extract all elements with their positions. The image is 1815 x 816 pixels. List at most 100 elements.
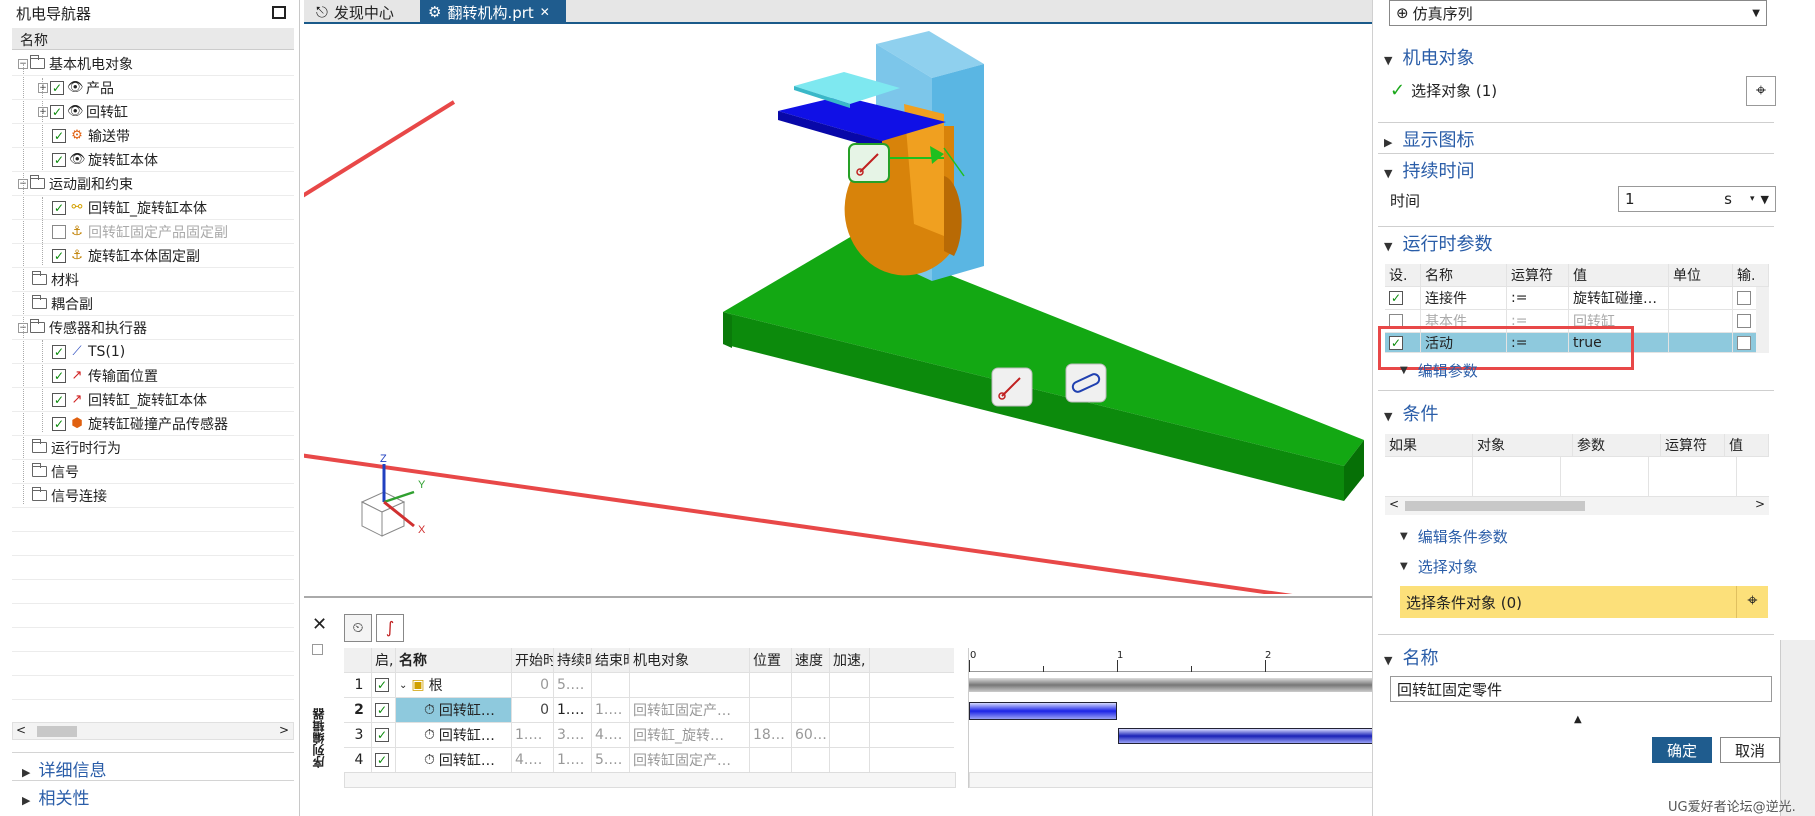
graphics-viewport[interactable]: Z Y X — [252, 26, 1385, 611]
visibility-checkbox[interactable]: ✓ — [52, 416, 66, 431]
tree-item-conveyor[interactable]: ✓ ⚙ 输送带 — [12, 124, 294, 148]
visibility-checkbox[interactable]: ✓ — [50, 80, 64, 95]
tree-item-collision-sensor[interactable]: ✓ ⬢ 旋转缸碰撞产品传感器 — [12, 412, 294, 436]
tree-item-rotary-body[interactable]: ✓ 👁 旋转缸本体 — [12, 148, 294, 172]
details-section[interactable]: ▶ 详细信息 — [12, 752, 294, 781]
chevron-down-icon[interactable]: ⌄ — [399, 680, 407, 691]
enable-checkbox[interactable]: ✓ — [375, 728, 389, 742]
set-checkbox[interactable]: ✓ — [1389, 291, 1403, 305]
timeline-hscroll[interactable] — [969, 772, 1373, 788]
collapse-up-icon[interactable]: ▲ — [1574, 714, 1582, 725]
output-checkbox[interactable]: ✓ — [1737, 314, 1751, 328]
output-checkbox[interactable]: ✓ — [1737, 335, 1751, 350]
visibility-checkbox[interactable]: ✓ — [52, 224, 66, 239]
time-input[interactable]: 1 s ▾ ▼ — [1618, 186, 1776, 212]
tree-item-product[interactable]: + ✓ 👁 产品 — [12, 76, 294, 100]
sequence-hscroll[interactable] — [344, 772, 956, 788]
visibility-checkbox[interactable]: ✓ — [52, 200, 66, 215]
dependencies-section[interactable]: ▶ 相关性 — [12, 780, 294, 809]
chevron-down-icon[interactable]: ▾ — [1750, 194, 1755, 204]
visibility-checkbox[interactable]: ✓ — [52, 392, 66, 407]
name-input[interactable]: 回转缸固定零件 — [1390, 676, 1772, 702]
enable-checkbox[interactable]: ✓ — [375, 703, 389, 717]
table-row[interactable]: 3 ✓ ⏱ 回转缸… 1.… 3.… 4.… 回转缸_旋转… 18… 60… — [344, 723, 954, 748]
root-bar[interactable] — [969, 678, 1373, 692]
table-row[interactable]: 2 ✓ ⏱ 回转缸… 0 1.… 1.… 回转缸固定产… — [344, 698, 954, 723]
scroll-right-icon[interactable]: > — [279, 723, 289, 737]
scroll-left-icon[interactable]: < — [1389, 497, 1399, 511]
visibility-checkbox[interactable]: ✓ — [52, 248, 66, 263]
output-checkbox[interactable]: ✓ — [1737, 291, 1751, 305]
scroll-thumb[interactable] — [37, 726, 77, 737]
collapse-icon[interactable]: − — [18, 322, 28, 333]
select-condition-object-row[interactable]: 选择条件对象 (0) — [1400, 586, 1736, 618]
scroll-right-icon[interactable]: > — [1755, 497, 1765, 511]
tree-item-body-fixed-joint[interactable]: ✓ ⚓ 旋转缸本体固定副 — [12, 244, 294, 268]
visibility-checkbox[interactable]: ✓ — [50, 104, 64, 119]
tree-item-couplers[interactable]: 耦合副 — [12, 292, 294, 316]
cancel-button[interactable]: 取消 — [1720, 737, 1780, 763]
tree-item-surface-position[interactable]: ✓ ↗ 传输面位置 — [12, 364, 294, 388]
enable-checkbox[interactable]: ✓ — [375, 753, 389, 767]
tree-item-signal-connections[interactable]: 信号连接 — [12, 484, 294, 508]
scroll-left-icon[interactable]: < — [16, 723, 26, 737]
runtime-table-vscroll[interactable] — [1756, 287, 1769, 353]
condition-table-body[interactable] — [1385, 457, 1769, 497]
tab-discovery-center[interactable]: ⎋ 发现中心 — [308, 0, 416, 24]
ok-button[interactable]: 确定 — [1652, 737, 1712, 763]
select-object-subsection[interactable]: ▼ 选择对象 — [1400, 556, 1478, 577]
curve-tool-icon[interactable]: ∫ — [376, 614, 404, 642]
close-icon[interactable]: ✕ — [312, 614, 327, 635]
maximize-icon[interactable] — [272, 6, 286, 19]
section-runtime-params[interactable]: ▼ 运行时参数 — [1380, 228, 1772, 256]
section-name[interactable]: ▼ 名称 — [1380, 642, 1772, 670]
runtime-param-row[interactable]: ✓ 连接件 := 旋转缸碰撞… ✓ — [1385, 287, 1769, 310]
crosshair-select-icon[interactable]: ⌖ — [1736, 586, 1768, 618]
type-dropdown[interactable]: ⊕ 仿真序列 ▼ — [1389, 0, 1767, 26]
pin-icon[interactable] — [312, 644, 323, 655]
tree-item-ts1[interactable]: ✓ ⟋ TS(1) — [12, 340, 294, 364]
section-show-icon[interactable]: ▶ 显示图标 — [1380, 124, 1772, 152]
position-control-scene-icon[interactable] — [848, 143, 890, 183]
scroll-thumb[interactable] — [1405, 501, 1585, 511]
table-row[interactable]: 1 ✓ ⌄ ▣ 根 0 5.… — [344, 673, 954, 698]
tree-item-sensors-actuators[interactable]: − 传感器和执行器 — [12, 316, 294, 340]
collapse-icon[interactable]: − — [18, 178, 28, 189]
select-object-row[interactable]: ✓ 选择对象 (1) — [1390, 80, 1497, 101]
tab-part-file[interactable]: ⚙ 翻转机构.prt ✕ — [420, 0, 566, 24]
gantt-timeline[interactable]: 0 1 2 — [968, 648, 1373, 788]
expand-icon[interactable]: + — [38, 106, 48, 117]
navigator-hscroll[interactable]: < > — [12, 722, 294, 740]
table-row[interactable]: 4 ✓ ⏱ 回转缸… 4.… 1.… 5.… 回转缸固定产… — [344, 748, 954, 773]
3d-model-scene[interactable]: Z Y X — [252, 26, 1385, 611]
visibility-checkbox[interactable]: ✓ — [52, 152, 66, 167]
section-mech-object[interactable]: ▼ 机电对象 — [1380, 42, 1772, 70]
edit-condition-subsection[interactable]: ▼ 编辑条件参数 — [1400, 526, 1508, 547]
condition-hscroll[interactable]: < > — [1385, 497, 1769, 515]
visibility-checkbox[interactable]: ✓ — [52, 368, 66, 383]
operation-bar-3[interactable] — [1118, 728, 1373, 744]
section-condition[interactable]: ▼ 条件 — [1380, 398, 1772, 426]
tree-item-position-control[interactable]: ✓ ↗ 回转缸_旋转缸本体 — [12, 388, 294, 412]
tree-item-rotary-cylinder[interactable]: + ✓ 👁 回转缸 — [12, 100, 294, 124]
transport-surface-scene-icon[interactable] — [1065, 363, 1107, 403]
sequence-tool-icon[interactable]: ⏲ — [344, 614, 372, 642]
section-duration[interactable]: ▼ 持续时间 — [1380, 155, 1772, 183]
tree-item-basic-objects[interactable]: − 基本机电对象 — [12, 52, 294, 76]
tree-item-materials[interactable]: 材料 — [12, 268, 294, 292]
expand-icon[interactable]: + — [38, 82, 48, 93]
tree-item-fixed-joint-disabled[interactable]: ✓ ⚓ 回转缸固定产品固定副 — [12, 220, 294, 244]
enable-checkbox[interactable]: ✓ — [375, 678, 389, 692]
tree-item-runtime-behavior[interactable]: 运行时行为 — [12, 436, 294, 460]
close-icon[interactable]: ✕ — [540, 5, 550, 19]
crosshair-select-icon[interactable]: ⌖ — [1746, 76, 1776, 106]
tree-item-hinge-joint[interactable]: ✓ ⚯ 回转缸_旋转缸本体 — [12, 196, 294, 220]
collapse-icon[interactable]: − — [18, 58, 28, 69]
dropdown-arrow-icon[interactable]: ▼ — [1761, 193, 1769, 206]
visibility-checkbox[interactable]: ✓ — [52, 128, 66, 143]
tree-item-joints[interactable]: − 运动副和约束 — [12, 172, 294, 196]
edit-params-subsection[interactable]: ▼ 编辑参数 — [1400, 360, 1478, 381]
visibility-checkbox[interactable]: ✓ — [52, 344, 66, 359]
position-control-scene-icon[interactable] — [991, 367, 1033, 407]
column-header-name[interactable]: 名称 — [12, 28, 294, 50]
